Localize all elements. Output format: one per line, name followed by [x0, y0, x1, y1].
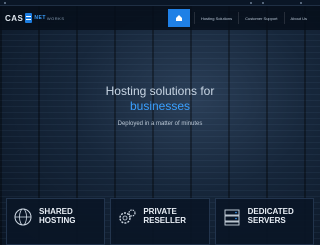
site-header: CAS NET WORKS Hosting Solutions Customer…: [0, 6, 320, 30]
logo-text-right: NET: [34, 15, 46, 21]
card-title-line2: HOSTING: [39, 216, 76, 225]
menu-icon[interactable]: [300, 2, 302, 4]
card-title-line1: SHARED: [39, 207, 73, 216]
server-icon: [224, 209, 240, 226]
nav-item-about[interactable]: About Us: [283, 12, 313, 24]
hero-tagline: Deployed in a matter of minutes: [117, 121, 203, 127]
globe-icon: [14, 208, 32, 226]
nav-home-button[interactable]: [167, 9, 190, 27]
login-icon[interactable]: [250, 2, 252, 4]
logo-text-left: CAS: [5, 13, 24, 23]
logo-mark-icon: [25, 13, 33, 23]
card-title-line1: DEDICATED: [247, 207, 294, 216]
site-logo[interactable]: CAS NET WORKS: [5, 12, 65, 24]
card-title-line1: PRIVATE: [143, 207, 177, 216]
card-private-reseller[interactable]: PRIVATE RESELLER: [110, 198, 210, 245]
logo-subtext: WORKS: [46, 15, 65, 21]
service-cards: SHARED HOSTING PRIVATE RESELLER DEDICATE…: [6, 198, 314, 245]
hero-title: Hosting solutions for: [105, 84, 215, 98]
hero-subtitle: businesses: [129, 99, 191, 113]
nav-item-support[interactable]: Customer Support: [238, 12, 283, 24]
card-title-line2: SERVERS: [247, 216, 286, 225]
card-title-line2: RESELLER: [143, 216, 186, 225]
home-icon: [175, 15, 182, 21]
cart-icon[interactable]: [262, 2, 264, 4]
main-nav: Hosting Solutions Customer Support About…: [167, 6, 313, 30]
card-dedicated-servers[interactable]: DEDICATED SERVERS: [214, 198, 314, 245]
gear-icon: [119, 209, 136, 224]
phone-icon: [4, 2, 6, 4]
nav-item-hosting[interactable]: Hosting Solutions: [193, 12, 238, 24]
card-shared-hosting[interactable]: SHARED HOSTING: [6, 198, 106, 245]
